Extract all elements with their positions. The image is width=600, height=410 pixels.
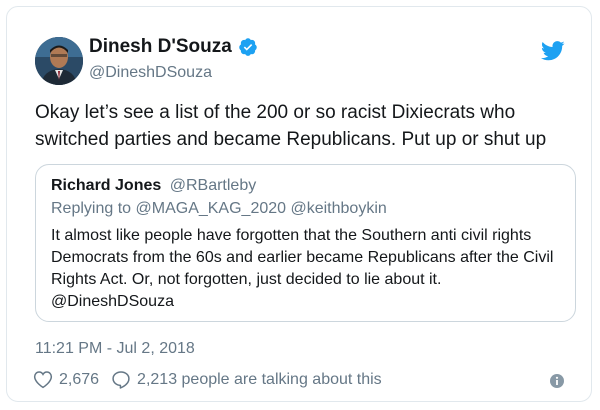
reply-action[interactable]: 2,213 people are talking about this	[111, 370, 382, 389]
tweet-card: Dinesh D'Souza @DineshDSouza Okay let’s …	[6, 6, 592, 402]
quoted-header: Richard Jones @RBartleby	[51, 177, 256, 195]
author-handle[interactable]: @DineshDSouza	[89, 64, 212, 82]
verified-badge-icon	[239, 38, 257, 56]
tweet-timestamp[interactable]: 11:21 PM - Jul 2, 2018	[35, 340, 195, 358]
author-name-row: Dinesh D'Souza	[89, 36, 258, 58]
quoted-tweet[interactable]: Richard Jones @RBartleby Replying to @MA…	[35, 164, 576, 322]
heart-icon	[33, 371, 53, 389]
talking-count: 2,213 people are talking about this	[137, 370, 382, 388]
quoted-replying-to: Replying to @MAGA_KAG_2020 @keithboykin	[51, 200, 387, 218]
info-icon[interactable]	[549, 373, 565, 389]
author-display-name[interactable]: Dinesh D'Souza	[89, 36, 232, 58]
author-avatar[interactable]	[35, 37, 83, 85]
quoted-text: It almost like people have forgotten tha…	[51, 227, 554, 310]
replying-to-label: Replying to	[51, 200, 132, 217]
tweet-actions: 2,676 2,213 people are talking about thi…	[33, 370, 382, 389]
tweet-text: Okay let’s see a list of the 200 or so r…	[35, 102, 547, 150]
quoted-author-name[interactable]: Richard Jones	[51, 177, 161, 194]
reply-bubble-icon	[112, 371, 130, 389]
like-count: 2,676	[59, 370, 100, 388]
quoted-author-handle[interactable]: @RBartleby	[170, 177, 257, 194]
like-action[interactable]: 2,676	[33, 370, 99, 389]
replying-to-handles[interactable]: @MAGA_KAG_2020 @keithboykin	[136, 200, 387, 217]
twitter-bird-icon[interactable]	[541, 41, 565, 61]
